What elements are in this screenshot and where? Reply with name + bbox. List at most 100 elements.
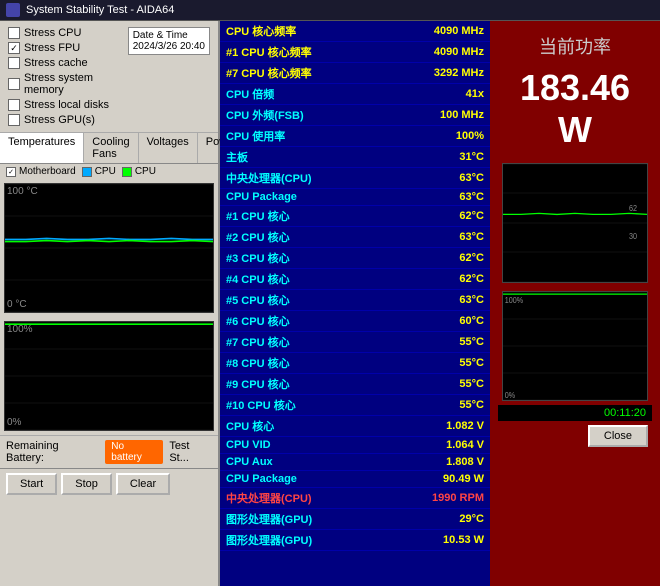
- test-status-label: Test St...: [169, 440, 212, 464]
- stop-button[interactable]: Stop: [61, 473, 112, 495]
- right-bottom-graph-svg: 100% 0%: [503, 292, 647, 400]
- stress-cache-label: Stress cache: [24, 57, 88, 69]
- stress-disks-label: Stress local disks: [24, 99, 109, 111]
- stats-value-18: 55°C: [383, 395, 490, 416]
- stats-row-24: 图形处理器(GPU)29°C: [220, 509, 490, 530]
- legend-motherboard-label: Motherboard: [19, 166, 76, 177]
- stress-fpu-label: Stress FPU: [24, 42, 80, 54]
- stress-fpu-checkbox[interactable]: ✓: [8, 42, 20, 54]
- start-button[interactable]: Start: [6, 473, 57, 495]
- stats-row-10: #2 CPU 核心63°C: [220, 227, 490, 248]
- stats-value-20: 1.064 V: [383, 437, 490, 454]
- stats-value-24: 29°C: [383, 509, 490, 530]
- left-panel: Stress CPU ✓ Stress FPU Stress cache: [0, 21, 220, 586]
- stress-disks-checkbox[interactable]: [8, 99, 20, 111]
- stats-row-15: #7 CPU 核心55°C: [220, 332, 490, 353]
- stats-value-19: 1.082 V: [383, 416, 490, 437]
- stats-row-13: #5 CPU 核心63°C: [220, 290, 490, 311]
- title-label: System Stability Test - AIDA64: [26, 4, 174, 16]
- legend-motherboard: ✓ Motherboard: [6, 166, 76, 177]
- stats-value-8: 63°C: [383, 189, 490, 206]
- datetime-box: Date & Time 2024/3/26 20:40: [128, 27, 210, 55]
- stats-label-25: 图形处理器(GPU): [220, 530, 383, 551]
- stats-row-3: CPU 倍频41x: [220, 84, 490, 105]
- stats-value-12: 62°C: [383, 269, 490, 290]
- app-icon: [6, 3, 20, 17]
- stats-label-14: #6 CPU 核心: [220, 311, 383, 332]
- timer-value: 00:11:20: [604, 407, 646, 419]
- stress-fpu-row[interactable]: ✓ Stress FPU: [8, 42, 120, 54]
- stats-label-15: #7 CPU 核心: [220, 332, 383, 353]
- stress-checkboxes: Stress CPU ✓ Stress FPU Stress cache: [8, 27, 120, 126]
- stats-label-6: 主板: [220, 147, 383, 168]
- stress-cache-row[interactable]: Stress cache: [8, 57, 120, 69]
- stats-label-17: #9 CPU 核心: [220, 374, 383, 395]
- stats-label-0: CPU 核心频率: [220, 21, 383, 42]
- legend-cpu1-label: CPU: [95, 166, 116, 177]
- stats-label-20: CPU VID: [220, 437, 383, 454]
- stress-cpu-checkbox[interactable]: [8, 27, 20, 39]
- right-bottom-graph: 100% 0%: [502, 291, 648, 401]
- stats-row-21: CPU Aux1.808 V: [220, 454, 490, 471]
- stats-label-8: CPU Package: [220, 189, 383, 206]
- stats-label-2: #7 CPU 核心频率: [220, 63, 383, 84]
- stress-section: Stress CPU ✓ Stress FPU Stress cache: [0, 21, 218, 133]
- stats-value-7: 63°C: [383, 168, 490, 189]
- tab-cooling[interactable]: Cooling Fans: [84, 133, 138, 163]
- main-container: Stress CPU ✓ Stress FPU Stress cache: [0, 21, 660, 586]
- bottom-buttons: Start Stop Clear: [0, 468, 218, 499]
- stats-label-4: CPU 外频(FSB): [220, 105, 383, 126]
- stats-label-22: CPU Package: [220, 471, 383, 488]
- battery-label: Remaining Battery:: [6, 440, 99, 464]
- stats-row-1: #1 CPU 核心频率4090 MHz: [220, 42, 490, 63]
- stress-memory-label: Stress system memory: [24, 72, 120, 96]
- stats-row-18: #10 CPU 核心55°C: [220, 395, 490, 416]
- tab-temperatures[interactable]: Temperatures: [0, 133, 84, 163]
- svg-text:62: 62: [629, 204, 637, 214]
- clear-button[interactable]: Clear: [116, 473, 170, 495]
- stats-value-15: 55°C: [383, 332, 490, 353]
- motherboard-checkbox-legend: ✓: [6, 167, 16, 177]
- stress-memory-checkbox[interactable]: [8, 78, 20, 90]
- stats-row-17: #9 CPU 核心55°C: [220, 374, 490, 395]
- stats-value-9: 62°C: [383, 206, 490, 227]
- usage-graph-svg: [5, 322, 213, 430]
- close-button[interactable]: Close: [588, 425, 648, 447]
- svg-text:100%: 100%: [505, 295, 523, 305]
- center-panel: CPU 核心频率4090 MHz#1 CPU 核心频率4090 MHz#7 CP…: [220, 21, 490, 586]
- legend-cpu1: CPU: [82, 166, 116, 177]
- stress-gpu-checkbox[interactable]: [8, 114, 20, 126]
- stress-gpu-row[interactable]: Stress GPU(s): [8, 114, 120, 126]
- tab-voltages[interactable]: Voltages: [139, 133, 198, 163]
- tabs-bar: Temperatures Cooling Fans Voltages Power…: [0, 133, 218, 164]
- stats-label-21: CPU Aux: [220, 454, 383, 471]
- battery-bar: Remaining Battery: No battery Test St...: [0, 435, 218, 468]
- stress-memory-row[interactable]: Stress system memory: [8, 72, 120, 96]
- stats-value-4: 100 MHz: [383, 105, 490, 126]
- svg-text:0%: 0%: [505, 390, 515, 400]
- right-top-graph-svg: 62 30: [503, 164, 647, 282]
- stats-value-17: 55°C: [383, 374, 490, 395]
- datetime-label: Date & Time: [133, 30, 205, 41]
- right-top-graph: 62 30: [502, 163, 648, 283]
- cpu2-color-legend: [122, 167, 132, 177]
- stats-row-14: #6 CPU 核心60°C: [220, 311, 490, 332]
- stats-row-20: CPU VID1.064 V: [220, 437, 490, 454]
- stress-cache-checkbox[interactable]: [8, 57, 20, 69]
- temp-graph-svg: [5, 184, 213, 312]
- power-value: 183.46 W: [498, 67, 652, 151]
- stats-value-21: 1.808 V: [383, 454, 490, 471]
- stats-value-14: 60°C: [383, 311, 490, 332]
- stats-label-24: 图形处理器(GPU): [220, 509, 383, 530]
- stress-gpu-label: Stress GPU(s): [24, 114, 95, 126]
- timer-bar: 00:11:20: [498, 405, 652, 421]
- svg-text:30: 30: [629, 232, 638, 242]
- stats-row-23: 中央处理器(CPU)1990 RPM: [220, 488, 490, 509]
- stats-table: CPU 核心频率4090 MHz#1 CPU 核心频率4090 MHz#7 CP…: [220, 21, 490, 551]
- stats-row-5: CPU 使用率100%: [220, 126, 490, 147]
- stats-label-10: #2 CPU 核心: [220, 227, 383, 248]
- stress-cpu-label: Stress CPU: [24, 27, 81, 39]
- stress-cpu-row[interactable]: Stress CPU: [8, 27, 120, 39]
- stress-disks-row[interactable]: Stress local disks: [8, 99, 120, 111]
- stats-value-16: 55°C: [383, 353, 490, 374]
